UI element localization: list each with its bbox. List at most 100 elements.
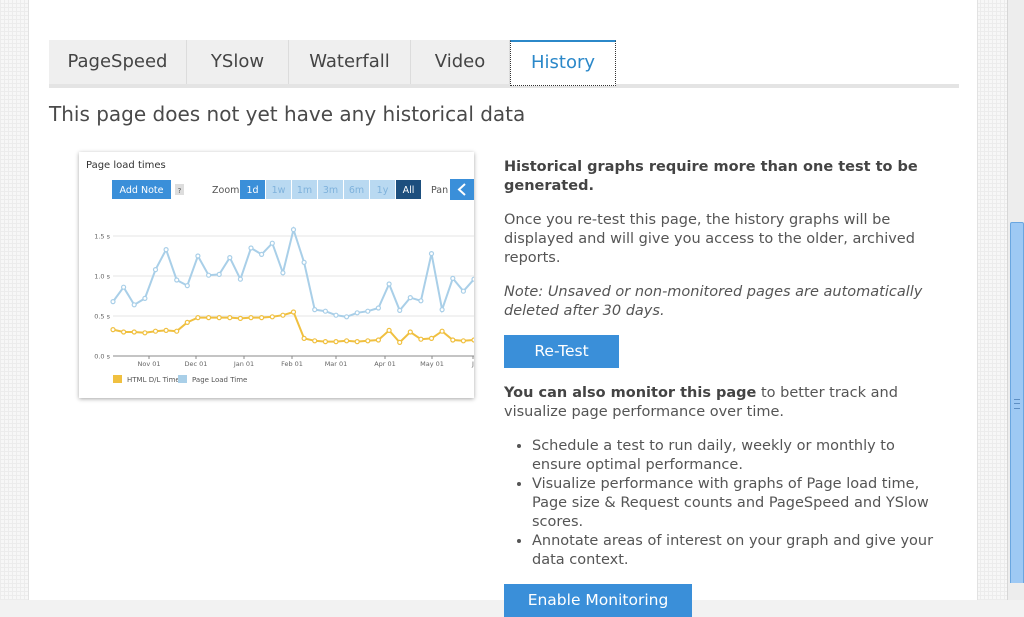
enable-monitoring-button[interactable]: Enable Monitoring	[504, 584, 692, 617]
data-point	[333, 312, 339, 318]
add-note-button[interactable]: Add Note	[120, 185, 164, 196]
data-point	[386, 281, 392, 287]
data-point	[163, 327, 169, 333]
data-point	[312, 338, 318, 344]
data-point	[120, 329, 127, 335]
data-point	[206, 272, 212, 278]
data-point	[131, 302, 137, 308]
feature-item: Visualize performance with graphs of Pag…	[532, 475, 944, 532]
data-point	[354, 339, 360, 345]
tab-yslow[interactable]: YSlow	[187, 40, 289, 84]
data-point	[397, 339, 403, 345]
data-point	[110, 299, 116, 305]
data-point	[237, 276, 243, 282]
deletion-note: Note: Unsaved or non-monitored pages are…	[504, 284, 923, 319]
data-point	[290, 226, 297, 233]
data-point	[269, 314, 275, 320]
data-point	[142, 295, 148, 301]
data-point	[195, 315, 201, 321]
data-point	[375, 305, 381, 311]
zoom-button-label: 3m	[323, 185, 338, 196]
data-point	[142, 330, 148, 336]
data-point	[450, 337, 456, 343]
series-line	[112, 225, 475, 318]
data-point	[216, 271, 222, 278]
zoom-button-label: 1m	[297, 185, 312, 196]
data-point	[290, 309, 297, 315]
data-point	[375, 337, 381, 343]
x-tick-label: Feb 01	[281, 360, 303, 368]
pan-left-button[interactable]	[450, 179, 474, 200]
x-tick-label: Nov 01	[137, 360, 160, 368]
scroll-down-button[interactable]	[1008, 583, 1024, 600]
data-point	[163, 246, 169, 253]
data-point	[120, 284, 127, 290]
data-point	[174, 277, 180, 283]
legend-page-label: Page Load Time	[192, 376, 247, 384]
help-icon[interactable]: ?	[178, 187, 182, 195]
retest-button[interactable]: Re-Test	[504, 335, 619, 368]
data-point	[322, 339, 328, 345]
x-tick-label: Dec 01	[185, 360, 208, 368]
data-point	[450, 275, 456, 282]
y-tick-label: 1.5 s	[94, 233, 110, 241]
data-point	[428, 335, 435, 341]
scrollbar-thumb[interactable]	[1010, 222, 1024, 586]
y-tick-label: 0.5 s	[94, 313, 110, 321]
monitor-bold-text: You can also monitor this page	[504, 385, 757, 401]
feature-item: Annotate areas of interest on your graph…	[532, 532, 944, 570]
data-point	[439, 328, 445, 334]
data-point	[259, 251, 265, 258]
history-chart: Page load times Add Note ? Zoom 1d 1w 1m 3m…	[86, 160, 477, 384]
x-tick-label: J	[471, 360, 474, 368]
tab-waterfall[interactable]: Waterfall	[289, 40, 411, 84]
zoom-button-label: 6m	[349, 185, 364, 196]
data-point	[301, 259, 307, 266]
chart-title: Page load times	[86, 160, 166, 171]
data-point	[195, 253, 201, 259]
data-point	[301, 335, 307, 341]
tab-history[interactable]: History	[510, 40, 616, 86]
data-point	[471, 337, 477, 343]
data-point	[407, 329, 413, 335]
data-point	[227, 315, 233, 321]
data-point	[269, 240, 275, 246]
grip-icon	[1014, 399, 1020, 409]
data-point	[174, 328, 180, 334]
x-tick-label: Apr 01	[374, 360, 396, 368]
data-point	[418, 298, 424, 304]
page-title: This page does not yet have any historic…	[49, 102, 526, 126]
vertical-scrollbar[interactable]	[1007, 0, 1024, 600]
data-point	[206, 315, 212, 321]
zoom-button-label: All	[403, 185, 415, 196]
x-tick-label: Mar 01	[325, 360, 348, 368]
data-point	[322, 308, 328, 314]
monitor-text: You can also monitor this page to better…	[504, 384, 944, 422]
data-point	[248, 315, 254, 321]
tab-video[interactable]: Video	[411, 40, 510, 84]
scroll-up-button[interactable]	[1008, 0, 1024, 17]
history-chart-preview: Page load times Add Note ? Zoom 1d 1w 1m 3m…	[79, 152, 477, 398]
zoom-label: Zoom	[212, 185, 239, 196]
data-point	[418, 336, 424, 342]
legend-html-swatch	[113, 375, 122, 383]
x-tick-label: Jan 01	[233, 360, 254, 368]
retest-explanation: Once you re-test this page, the history …	[504, 212, 915, 266]
data-point	[365, 338, 371, 344]
feature-item: Schedule a test to run daily, weekly or …	[532, 437, 944, 475]
pan-label: Pan	[431, 185, 448, 196]
data-point	[460, 288, 466, 294]
data-point	[184, 319, 190, 325]
data-point	[439, 307, 445, 313]
data-point	[386, 327, 392, 333]
tab-pagespeed[interactable]: PageSpeed	[49, 40, 187, 84]
data-point	[237, 315, 243, 321]
data-point	[280, 270, 286, 276]
data-point	[397, 307, 403, 313]
data-point	[248, 245, 254, 251]
feature-list: Schedule a test to run daily, weekly or …	[504, 437, 944, 570]
data-point	[344, 338, 350, 344]
data-point	[407, 295, 413, 301]
legend-html-label: HTML D/L Time	[127, 376, 180, 384]
zoom-button-label: 1w	[272, 185, 286, 196]
